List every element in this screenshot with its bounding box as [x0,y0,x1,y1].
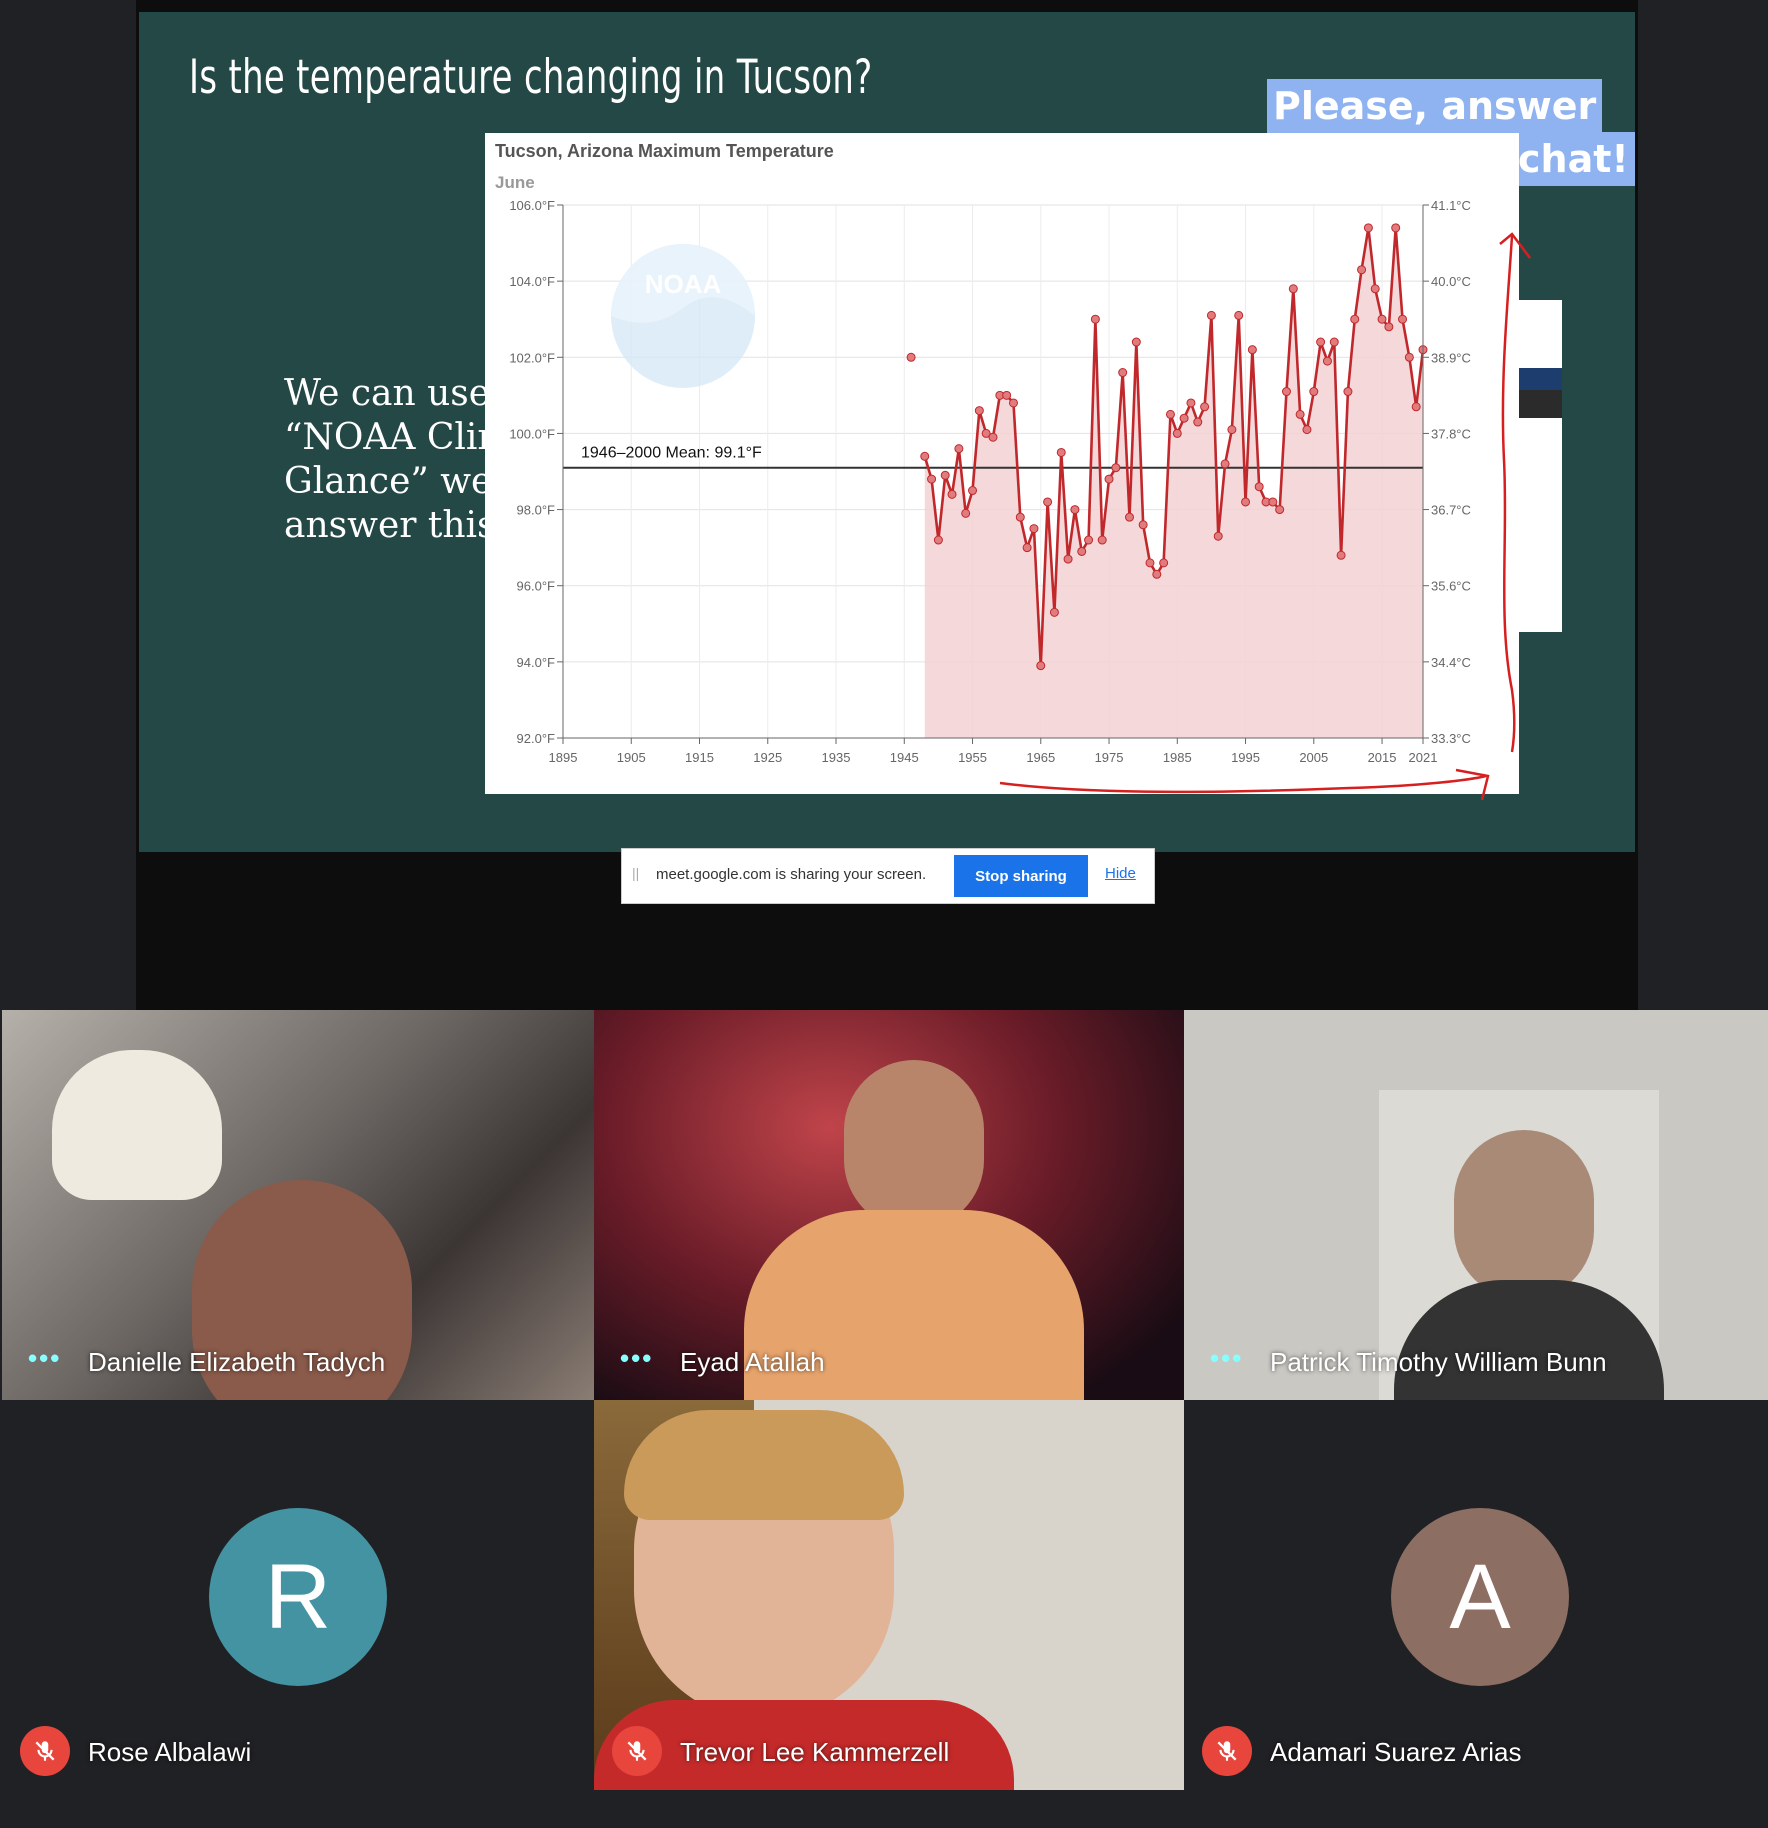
stop-sharing-button[interactable]: Stop sharing [954,855,1088,897]
more-options-icon[interactable]: ••• [1210,1343,1243,1374]
hide-link[interactable]: Hide [1105,865,1136,882]
video-feed-person-head [1454,1130,1594,1300]
drag-handle-icon[interactable]: || [632,865,639,881]
annotation-vertical-arrow [1501,235,1516,753]
participant-tile[interactable]: ••• Patrick Timothy William Bunn [1184,1010,1768,1400]
microphone-muted-icon [1202,1726,1252,1776]
participant-name: Danielle Elizabeth Tadych [88,1347,386,1377]
video-feed-person-head [844,1060,984,1230]
annotation-arrowhead-right [1455,768,1490,801]
participant-tile[interactable]: ••• Eyad Atallah [594,1010,1184,1400]
avatar: R [209,1508,387,1686]
pen-annotations [999,232,1531,801]
avatar: A [1391,1508,1569,1686]
share-message: meet.google.com is sharing your screen. [656,866,927,883]
annotation-arrowhead-up [1499,232,1531,259]
participant-tile[interactable]: ••• Danielle Elizabeth Tadych [2,1010,594,1400]
microphone-muted-icon [612,1726,662,1776]
participant-tile[interactable]: R Rose Albalawi [2,1400,594,1790]
participant-name: Trevor Lee Kammerzell [680,1737,950,1767]
annotation-horizontal-arrow [999,774,1487,794]
microphone-muted-icon [20,1726,70,1776]
screen-share-notification: || meet.google.com is sharing your scree… [621,848,1155,904]
presentation-area: Is the temperature changing in Tucson? W… [0,0,1768,1010]
participant-tile[interactable]: Trevor Lee Kammerzell [594,1400,1184,1790]
video-feed-hat [52,1050,222,1200]
participant-name: Adamari Suarez Arias [1270,1737,1522,1767]
participant-name: Rose Albalawi [88,1737,252,1767]
more-options-icon[interactable]: ••• [620,1343,653,1374]
video-feed-person-hair [624,1410,904,1520]
more-options-icon[interactable]: ••• [28,1343,61,1374]
participant-tile[interactable]: A Adamari Suarez Arias [1184,1400,1768,1790]
participant-name: Eyad Atallah [680,1347,825,1377]
participant-name: Patrick Timothy William Bunn [1270,1347,1607,1377]
